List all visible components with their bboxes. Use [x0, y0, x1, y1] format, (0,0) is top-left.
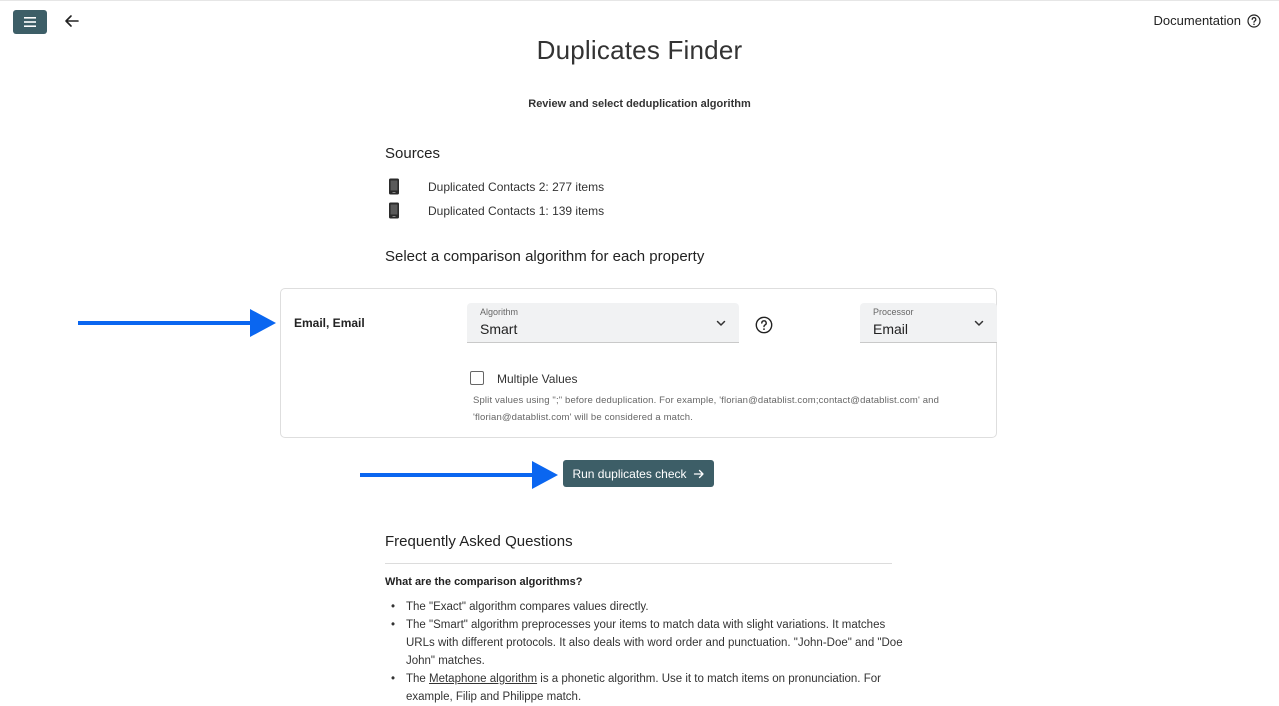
run-duplicates-check-button[interactable]: Run duplicates check: [563, 460, 714, 487]
phone-icon: [389, 178, 399, 195]
arrow-head: [250, 309, 276, 337]
annotation-arrow-run: [360, 461, 558, 489]
algorithm-help-icon[interactable]: [755, 316, 773, 334]
hamburger-menu-icon: [24, 17, 36, 27]
faq-answer-text: The "Exact" algorithm compares values di…: [406, 601, 649, 613]
menu-button[interactable]: [13, 10, 47, 34]
source-label: Duplicated Contacts 1: 139 items: [428, 203, 605, 218]
source-label: Duplicated Contacts 2: 277 items: [428, 179, 605, 194]
documentation-label: Documentation: [1153, 13, 1241, 28]
processor-value: Email: [873, 321, 909, 337]
arrow-right-icon: [693, 469, 704, 478]
faq-answer-item: The "Exact" algorithm compares values di…: [391, 598, 916, 616]
arrow-shaft: [78, 321, 254, 325]
divider: [385, 563, 892, 564]
documentation-link[interactable]: Documentation: [1154, 13, 1261, 28]
processor-select[interactable]: Processor Email: [860, 303, 997, 343]
faq-heading: Frequently Asked Questions: [385, 533, 573, 550]
source-item: Duplicated Contacts 1: 139 items: [388, 202, 604, 219]
faq-answer-item: The "Smart" algorithm preprocesses your …: [391, 616, 916, 670]
sources-heading: Sources: [385, 145, 441, 162]
chevron-down-icon: [716, 320, 726, 326]
annotation-arrow-property: [78, 309, 276, 337]
multiple-values-help-text: Split values using ";" before deduplicat…: [473, 395, 940, 423]
faq-answer-text: The "Smart" algorithm preprocesses your …: [406, 619, 903, 667]
processor-caption: Processor: [873, 307, 914, 317]
algorithm-caption: Algorithm: [480, 307, 519, 317]
metaphone-algorithm-link[interactable]: Metaphone algorithm: [429, 673, 537, 685]
comparison-heading: Select a comparison algorithm for each p…: [385, 248, 705, 265]
multiple-values-checkbox[interactable]: [470, 371, 484, 385]
phone-icon: [389, 202, 399, 219]
arrow-shaft: [360, 473, 536, 477]
question-circle-icon: [1247, 13, 1261, 28]
faq-question: What are the comparison algorithms?: [385, 576, 583, 588]
faq-answer-item: The Metaphone algorithm is a phonetic al…: [391, 670, 916, 706]
back-button[interactable]: [62, 11, 82, 31]
arrow-left-icon: [65, 15, 79, 27]
algorithm-value: Smart: [480, 321, 518, 337]
page-subtitle: Review and select deduplication algorith…: [528, 98, 751, 110]
multiple-values-label: Multiple Values: [497, 372, 578, 386]
question-circle-icon: [755, 316, 773, 334]
algorithm-select[interactable]: Algorithm Smart: [467, 303, 739, 343]
arrow-head: [532, 461, 558, 489]
faq-answer-prefix: The: [406, 673, 430, 685]
property-label: Email, Email: [294, 316, 365, 330]
faq-answer-list: The "Exact" algorithm compares values di…: [385, 598, 916, 706]
page-title: Duplicates Finder: [536, 35, 743, 65]
chevron-down-icon: [974, 320, 984, 326]
run-button-label: Run duplicates check: [572, 466, 687, 481]
source-item: Duplicated Contacts 2: 277 items: [388, 178, 604, 195]
